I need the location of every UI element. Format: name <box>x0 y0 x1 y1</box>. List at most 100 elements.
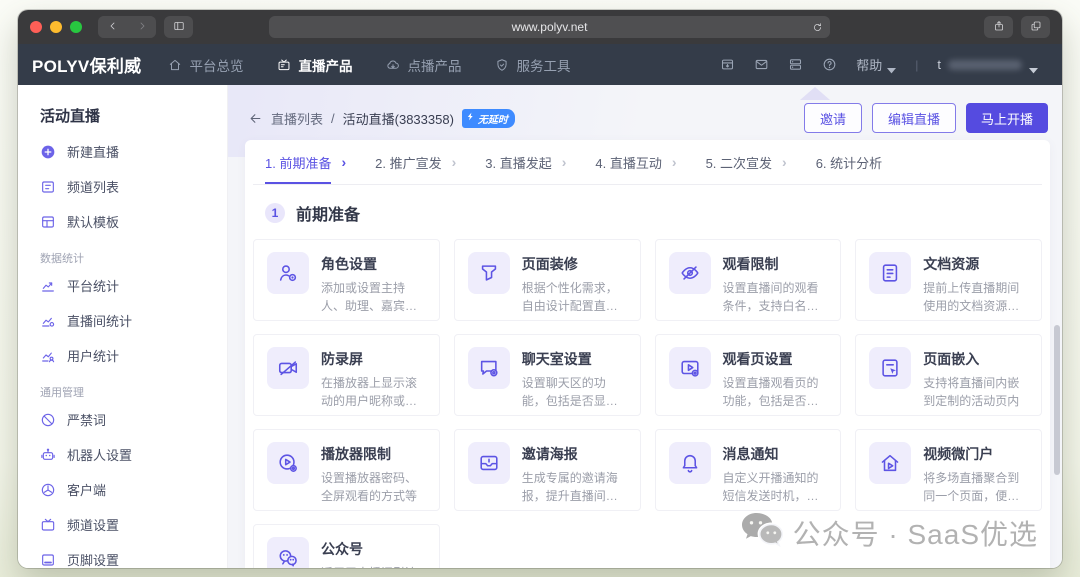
minimize-window-icon[interactable] <box>50 21 62 33</box>
card-title: 公众号 <box>321 539 426 559</box>
archive-icon[interactable] <box>720 57 735 72</box>
tools-icon <box>495 58 509 72</box>
feature-card[interactable]: 观看限制设置直播间的观看条件，支持白名单、报名观看、验... <box>655 239 842 321</box>
card-description: 提前上传直播期间使用的文档资源，减少直播中的失... <box>923 279 1028 315</box>
sidebar-item[interactable]: 直播间统计 <box>40 303 227 338</box>
polyv-logo[interactable]: POLYV保利威 <box>32 52 141 77</box>
card-description: 支持将直播间内嵌到定制的活动页内 <box>923 374 1028 410</box>
sidebar-item-label: 平台统计 <box>67 276 119 295</box>
invite-button[interactable]: 邀请 <box>804 103 862 133</box>
sidebar-item[interactable]: 机器人设置 <box>40 437 227 472</box>
help-menu[interactable]: 帮助 <box>856 55 896 74</box>
sidebar-item[interactable]: 平台统计 <box>40 268 227 303</box>
divider: | <box>915 58 918 72</box>
plus-circle-icon <box>40 144 56 160</box>
feature-card[interactable]: 角色设置添加或设置主持人、助理、嘉宾的信息。以及新增助... <box>253 239 440 321</box>
card-title: 文档资源 <box>923 254 1028 274</box>
sidebar-toggle-button[interactable] <box>164 16 193 38</box>
share-button[interactable] <box>984 16 1013 38</box>
breadcrumb-parent[interactable]: 直播列表 <box>271 109 323 128</box>
reload-icon[interactable] <box>812 22 823 33</box>
sidebar-item[interactable]: 严禁词 <box>40 402 227 437</box>
start-live-button[interactable]: 马上开播 <box>966 103 1048 133</box>
nav-item-4[interactable]: 服务工具 <box>495 55 570 75</box>
workflow-tab-4[interactable]: 4. 直播互动› <box>595 140 676 184</box>
card-title: 播放器限制 <box>321 444 426 464</box>
url-text: www.polyv.net <box>512 20 588 34</box>
feature-card[interactable]: 防录屏在播放器上显示滚动的用户昵称或固定文字，达到防... <box>253 334 440 416</box>
card-description: 设置直播间的观看条件，支持白名单、报名观看、验... <box>723 279 828 315</box>
robot-icon <box>40 447 56 463</box>
card-title: 聊天室设置 <box>522 349 627 369</box>
feature-card[interactable]: 聊天室设置设置聊天区的功能，包括是否显示欢迎语、是否支持... <box>454 334 641 416</box>
template-icon <box>40 214 56 230</box>
forbidden-words-icon <box>40 412 56 428</box>
bell-icon <box>669 442 711 484</box>
sidebar-item[interactable]: 客户端 <box>40 472 227 507</box>
mail-icon[interactable] <box>754 57 769 72</box>
watchpage-icon <box>669 347 711 389</box>
feature-cards-grid: 角色设置添加或设置主持人、助理、嘉宾的信息。以及新增助...页面装修根据个性化需… <box>253 239 1042 568</box>
feature-card[interactable]: 观看页设置设置直播观看页的功能，包括是否允许移动端观看等 <box>655 334 842 416</box>
feature-card[interactable]: 页面装修根据个性化需求，自由设计配置直播间元素。支持自... <box>454 239 641 321</box>
nav-item-1[interactable]: 平台总览 <box>168 55 243 75</box>
workflow-tab-6[interactable]: 6. 统计分析 <box>816 140 882 184</box>
back-button[interactable] <box>98 16 127 38</box>
embed-icon <box>869 347 911 389</box>
channel-list-icon <box>40 179 56 195</box>
navbar-action-icons <box>720 57 837 72</box>
question-icon[interactable] <box>822 57 837 72</box>
sidebar-item-label: 频道设置 <box>67 515 119 534</box>
workflow-tab-3[interactable]: 3. 直播发起› <box>485 140 566 184</box>
address-bar[interactable]: www.polyv.net <box>269 16 830 38</box>
tab-label: 5. 二次宣发 <box>706 140 772 184</box>
app-navbar: POLYV保利威 平台总览 直播产品 点播产品 服务工具 帮助 | t <box>18 44 1062 85</box>
sidebar-item[interactable]: 频道设置 <box>40 507 227 542</box>
tab-label: 4. 直播互动 <box>595 140 661 184</box>
server-icon[interactable] <box>788 57 803 72</box>
user-menu[interactable]: t <box>937 57 1038 72</box>
sidebar-item[interactable]: 页脚设置 <box>40 542 227 568</box>
card-description: 生成专属的邀请海报，提升直播间分享裂变的效果 <box>522 469 627 505</box>
breadcrumb: 直播列表 / 活动直播(3833358) 无延时 <box>248 109 515 128</box>
card-description: 在播放器上显示滚动的用户昵称或固定文字，达到防... <box>321 374 426 410</box>
back-arrow-icon[interactable] <box>248 111 263 126</box>
maximize-window-icon[interactable] <box>70 21 82 33</box>
sidebar: 活动直播 新建直播频道列表默认模板数据统计平台统计直播间统计用户统计通用管理严禁… <box>18 85 228 568</box>
card-title: 消息通知 <box>723 444 828 464</box>
nav-item-2[interactable]: 直播产品 <box>277 55 352 75</box>
nav-item-3[interactable]: 点播产品 <box>386 55 461 75</box>
video-off-icon <box>267 347 309 389</box>
help-label: 帮助 <box>856 55 882 74</box>
feature-card[interactable]: 消息通知自定义开播通知的短信发送时机，观众预约直播后，... <box>655 429 842 511</box>
workflow-tab-2[interactable]: 2. 推广宣发› <box>375 140 456 184</box>
scrollbar-thumb[interactable] <box>1054 325 1060 475</box>
feature-card[interactable]: 邀请海报生成专属的邀请海报，提升直播间分享裂变的效果 <box>454 429 641 511</box>
share-icon <box>993 20 1005 35</box>
workflow-tab-1[interactable]: 1. 前期准备› <box>265 140 346 184</box>
feature-card[interactable]: 视频微门户将多场直播聚合到同一个页面，便于活动前期的宣发... <box>855 429 1042 511</box>
edit-live-button[interactable]: 编辑直播 <box>872 103 956 133</box>
nav-item-label: 服务工具 <box>516 55 570 75</box>
navbar-right: 帮助 | t <box>720 55 1038 74</box>
feature-card[interactable]: 播放器限制设置播放器密码、全屏观看的方式等 <box>253 429 440 511</box>
feature-card[interactable]: 公众号适用于直播间引流至公众号或客服，沉淀用户至私域... <box>253 524 440 568</box>
workflow-tab-5[interactable]: 5. 二次宣发› <box>706 140 787 184</box>
feature-card[interactable]: 页面嵌入支持将直播间内嵌到定制的活动页内 <box>855 334 1042 416</box>
sidebar-item[interactable]: 新建直播 <box>40 134 227 169</box>
page-body: 活动直播 新建直播频道列表默认模板数据统计平台统计直播间统计用户统计通用管理严禁… <box>18 85 1062 568</box>
sidebar-item[interactable]: 用户统计 <box>40 338 227 373</box>
channel-settings-icon <box>40 517 56 533</box>
feature-card[interactable]: 文档资源提前上传直播期间使用的文档资源，减少直播中的失... <box>855 239 1042 321</box>
forward-button[interactable] <box>127 16 156 38</box>
tabs-overview-button[interactable] <box>1021 16 1050 38</box>
card-description: 设置直播观看页的功能，包括是否允许移动端观看等 <box>723 374 828 410</box>
section-number-badge: 1 <box>265 203 285 223</box>
decorate-icon <box>468 252 510 294</box>
close-window-icon[interactable] <box>30 21 42 33</box>
sidebar-item[interactable]: 频道列表 <box>40 169 227 204</box>
card-description: 设置播放器密码、全屏观看的方式等 <box>321 469 426 505</box>
tab-label: 2. 推广宣发 <box>375 140 441 184</box>
card-title: 邀请海报 <box>522 444 627 464</box>
sidebar-item[interactable]: 默认模板 <box>40 204 227 239</box>
